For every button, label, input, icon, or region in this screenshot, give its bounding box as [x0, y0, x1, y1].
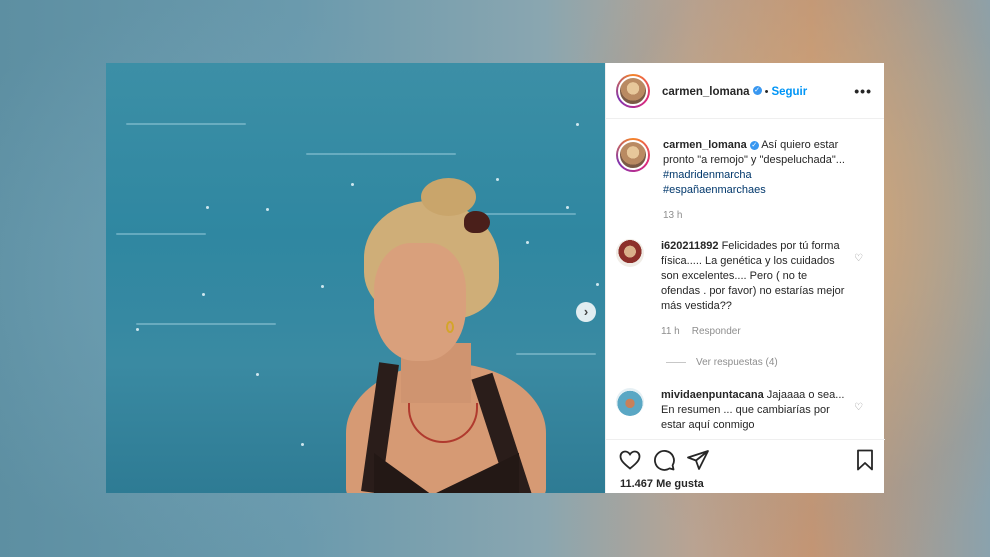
- sea-sparkle: [566, 206, 569, 209]
- share-paper-plane-icon[interactable]: [686, 448, 710, 472]
- sea-sparkle: [256, 373, 259, 376]
- comment-text-block: mividaenpuntacana Jajaaaa o sea... En re…: [661, 388, 849, 433]
- author-line: carmen_lomana ✓ • Seguir: [662, 82, 807, 100]
- caption-username[interactable]: carmen_lomana: [663, 139, 747, 151]
- avatar-image: [618, 75, 648, 106]
- post-header: carmen_lomana ✓ • Seguir •••: [606, 63, 884, 119]
- caption-time: 13 h: [663, 210, 683, 221]
- post-actions-bar: 11.467 Me gusta: [606, 439, 885, 493]
- sea-wave: [126, 123, 246, 125]
- commenter-avatar[interactable]: [616, 239, 644, 267]
- like-heart-icon[interactable]: [618, 448, 642, 472]
- comment-username[interactable]: i620211892: [661, 240, 719, 252]
- next-photo-button[interactable]: ›: [576, 302, 596, 322]
- comment-like-heart-icon[interactable]: ♡: [854, 402, 863, 413]
- reply-button[interactable]: Responder: [692, 326, 741, 337]
- sea-wave: [136, 323, 276, 325]
- view-replies-label: Ver respuestas (4): [696, 357, 778, 368]
- hair-bun: [421, 178, 476, 216]
- sea-sparkle: [596, 283, 599, 286]
- save-bookmark-icon[interactable]: [853, 448, 877, 472]
- verified-badge-icon: ✓: [749, 140, 759, 150]
- hair-clip: [464, 211, 490, 233]
- instagram-post-card: › carmen_lomana ✓ • Seguir ••• carmen_loman…: [106, 63, 885, 493]
- comment-meta: 11 h Responder: [661, 324, 849, 339]
- comment-time: 11 h: [661, 326, 680, 337]
- sea-sparkle: [576, 123, 579, 126]
- more-options-icon[interactable]: •••: [854, 83, 872, 99]
- caption-meta: 13 h: [663, 208, 851, 223]
- hashtag-link[interactable]: #madridenmarcha: [663, 169, 752, 181]
- chevron-right-icon: ›: [583, 304, 589, 319]
- comment-text-block: i620211892 Felicidades por tú forma físi…: [661, 239, 849, 339]
- separator-dot: •: [764, 85, 769, 98]
- post-photo[interactable]: ›: [106, 63, 605, 493]
- comment-row: mividaenpuntacana Jajaaaa o sea... En re…: [606, 388, 885, 433]
- comment-like-heart-icon[interactable]: ♡: [854, 253, 863, 264]
- caption-avatar[interactable]: [616, 138, 650, 172]
- sea-wave: [116, 233, 206, 235]
- woman-figure: [346, 173, 546, 493]
- view-replies-button[interactable]: Ver respuestas (4): [666, 357, 885, 368]
- sea-sparkle: [266, 208, 269, 211]
- likes-count[interactable]: 11.467 Me gusta: [620, 478, 704, 490]
- verified-badge-icon: ✓: [752, 85, 762, 95]
- sea-sparkle: [136, 328, 139, 331]
- sea-sparkle: [202, 293, 205, 296]
- sea-sparkle: [301, 443, 304, 446]
- sea-sparkle: [321, 285, 324, 288]
- avatar-image: [618, 140, 648, 170]
- comment-row: i620211892 Felicidades por tú forma físi…: [606, 239, 885, 339]
- earring: [446, 321, 454, 333]
- comment-username[interactable]: mividaenpuntacana: [661, 389, 764, 401]
- face: [374, 243, 466, 361]
- commenter-avatar[interactable]: [616, 388, 644, 416]
- caption-row: carmen_lomana ✓ Así quiero estar pronto "…: [606, 138, 885, 223]
- comments-list[interactable]: carmen_lomana ✓ Así quiero estar pronto "…: [606, 120, 885, 438]
- caption-text-block: carmen_lomana ✓ Así quiero estar pronto "…: [663, 138, 851, 223]
- divider-line: [666, 362, 686, 363]
- author-username[interactable]: carmen_lomana: [662, 86, 750, 98]
- comment-bubble-icon[interactable]: [652, 448, 676, 472]
- sea-sparkle: [206, 206, 209, 209]
- post-side-panel: carmen_lomana ✓ • Seguir ••• carmen_lomana ✓…: [605, 63, 885, 493]
- author-avatar[interactable]: [616, 73, 650, 108]
- sea-wave: [306, 153, 456, 155]
- follow-button[interactable]: Seguir: [771, 86, 807, 98]
- hashtag-link[interactable]: #españaenmarchaes: [663, 184, 766, 196]
